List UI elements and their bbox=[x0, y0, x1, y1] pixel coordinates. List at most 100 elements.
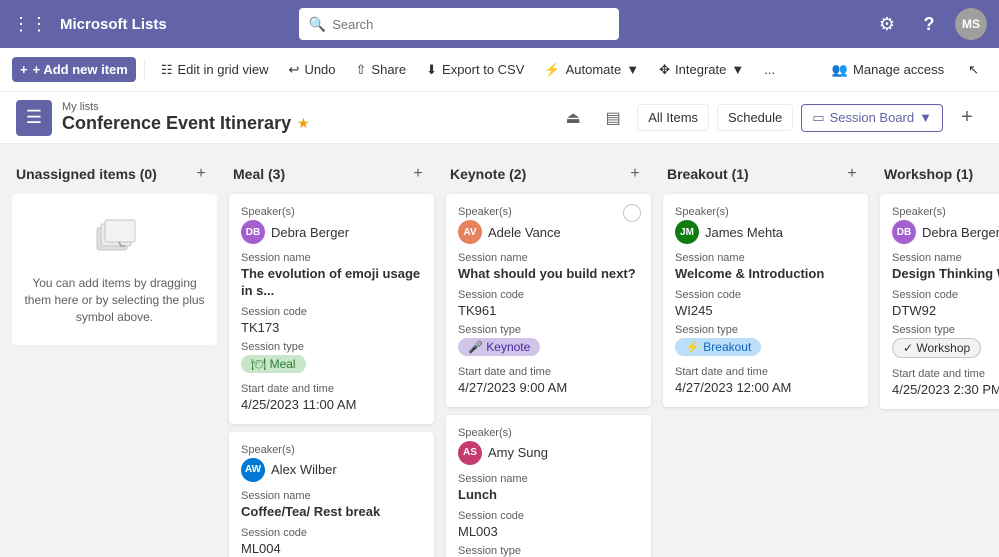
undo-button[interactable]: ↩ Undo bbox=[281, 57, 344, 83]
session-code-label: Session code bbox=[241, 306, 422, 318]
add-icon: + bbox=[20, 62, 28, 77]
add-new-button[interactable]: + + Add new item bbox=[12, 57, 136, 82]
speaker-row: DBDebra Berger bbox=[241, 220, 422, 244]
card[interactable]: Speaker(s)JMJames MehtaSession nameWelco… bbox=[663, 194, 868, 407]
session-code: TK173 bbox=[241, 320, 422, 335]
search-bar[interactable]: 🔍 bbox=[299, 8, 619, 40]
column-add-btn-meal[interactable]: + bbox=[406, 162, 430, 186]
speaker-name: Alex Wilber bbox=[271, 462, 337, 477]
search-icon: 🔍 bbox=[309, 16, 326, 33]
speaker-label: Speaker(s) bbox=[241, 444, 422, 456]
session-name-label: Session name bbox=[241, 490, 422, 502]
speaker-row: AW Alex Wilber bbox=[241, 458, 422, 482]
session-type-badge: ⚡ Breakout bbox=[675, 338, 761, 356]
column-header-workshop: Workshop (1)+ bbox=[880, 156, 999, 194]
toolbar: + + Add new item ☷ Edit in grid view ↩ U… bbox=[0, 48, 999, 92]
column-add-btn-unassigned[interactable]: + bbox=[189, 162, 213, 186]
datetime-label: Start date and time bbox=[892, 368, 999, 380]
toolbar-right: 👥 Manage access ↖ bbox=[824, 57, 987, 83]
speaker-row: AS Amy Sung bbox=[458, 441, 639, 465]
sub-header-right: ⏏ ▤ All Items Schedule ▭ Session Board ▼… bbox=[557, 102, 983, 134]
column-add-btn-keynote[interactable]: + bbox=[623, 162, 647, 186]
column-header-breakout: Breakout (1)+ bbox=[663, 156, 868, 194]
collapse-icon: ↖ bbox=[968, 62, 979, 78]
board-icon: ▭ bbox=[812, 110, 824, 126]
session-code: ML004 bbox=[241, 541, 422, 556]
top-bar: ⋮⋮ Microsoft Lists 🔍 ⚙ ? MS bbox=[0, 0, 999, 48]
all-items-button[interactable]: All Items bbox=[637, 104, 709, 131]
card[interactable]: Speaker(s)ASAmy SungSession nameLunchSes… bbox=[446, 415, 651, 557]
speaker-row: AVAdele Vance bbox=[458, 220, 639, 244]
card-checkbox[interactable] bbox=[623, 204, 641, 222]
session-type-label: Session type bbox=[458, 545, 639, 557]
search-input[interactable] bbox=[332, 17, 609, 32]
list-parent: My lists bbox=[62, 101, 310, 113]
integrate-icon: ✥ bbox=[659, 62, 670, 78]
column-unassigned: Unassigned items (0)+ You can add items … bbox=[12, 156, 217, 345]
grid-icon[interactable]: ⋮⋮ bbox=[12, 14, 48, 35]
speaker-avatar: AS bbox=[458, 441, 482, 465]
card[interactable]: Speaker(s) AW Alex Wilber Session name Coffe… bbox=[229, 432, 434, 557]
datetime-value: 4/27/2023 12:00 AM bbox=[675, 380, 856, 395]
card[interactable]: Speaker(s)DBDebra BergerSession nameThe … bbox=[229, 194, 434, 424]
column-title-workshop: Workshop (1) bbox=[884, 166, 973, 182]
speaker-avatar: JM bbox=[675, 220, 699, 244]
session-code-label: Session code bbox=[675, 289, 856, 301]
session-code: TK961 bbox=[458, 303, 639, 318]
list-name-row: Conference Event Itinerary ★ bbox=[62, 113, 310, 134]
session-type-label: Session type bbox=[675, 324, 856, 336]
integrate-button[interactable]: ✥ Integrate ▼ bbox=[651, 57, 752, 83]
session-name: Coffee/Tea/ Rest break bbox=[241, 504, 422, 521]
more-button[interactable]: ... bbox=[756, 57, 783, 82]
datetime-value: 4/25/2023 2:30 PM bbox=[892, 382, 999, 397]
session-code-label: Session code bbox=[458, 289, 639, 301]
speaker-row: JMJames Mehta bbox=[675, 220, 856, 244]
list-icon: ☰ bbox=[16, 100, 52, 136]
schedule-button[interactable]: Schedule bbox=[717, 104, 793, 131]
speaker-label: Speaker(s) bbox=[892, 206, 999, 218]
help-icon[interactable]: ? bbox=[913, 8, 945, 40]
speaker-avatar: DB bbox=[892, 220, 916, 244]
speaker-avatar: AW bbox=[241, 458, 265, 482]
speaker-label: Speaker(s) bbox=[241, 206, 422, 218]
session-name-label: Session name bbox=[675, 252, 856, 264]
avatar[interactable]: MS bbox=[955, 8, 987, 40]
session-code-label: Session code bbox=[458, 510, 639, 522]
list-view-icon[interactable]: ▤ bbox=[597, 102, 629, 134]
datetime-label: Start date and time bbox=[458, 366, 639, 378]
edit-grid-button[interactable]: ☷ Edit in grid view bbox=[153, 57, 277, 83]
session-code: ML003 bbox=[458, 524, 639, 539]
automate-button[interactable]: ⚡ Automate ▼ bbox=[536, 57, 647, 83]
card[interactable]: Speaker(s)DBDebra BergerSession nameDesi… bbox=[880, 194, 999, 409]
speaker-row: DBDebra Berger bbox=[892, 220, 999, 244]
session-name: The evolution of emoji usage in s... bbox=[241, 266, 422, 300]
column-meal: Meal (3) + Speaker(s) DBDebra Berger Session… bbox=[229, 156, 434, 557]
empty-icon bbox=[91, 214, 139, 267]
card[interactable]: Speaker(s)AVAdele VanceSession nameWhat … bbox=[446, 194, 651, 407]
filter-icon[interactable]: ⏏ bbox=[557, 102, 589, 134]
share-button[interactable]: ⇧ Share bbox=[348, 57, 415, 83]
column-title-unassigned: Unassigned items (0) bbox=[16, 166, 157, 182]
column-title-meal: Meal (3) bbox=[233, 166, 285, 182]
settings-icon[interactable]: ⚙ bbox=[871, 8, 903, 40]
column-header-meal: Meal (3) + bbox=[229, 156, 434, 194]
list-meta: My lists Conference Event Itinerary ★ bbox=[62, 101, 310, 134]
manage-access-button[interactable]: 👥 Manage access bbox=[824, 57, 952, 83]
export-icon: ⬇ bbox=[426, 62, 437, 78]
separator bbox=[144, 60, 145, 80]
share-icon: ⇧ bbox=[356, 62, 367, 78]
top-bar-actions: ⚙ ? MS bbox=[871, 8, 987, 40]
collapse-button[interactable]: ↖ bbox=[960, 57, 987, 83]
undo-icon: ↩ bbox=[289, 62, 300, 78]
speaker-name: Amy Sung bbox=[488, 445, 548, 460]
speaker-avatar: AV bbox=[458, 220, 482, 244]
column-breakout: Breakout (1)+ Speaker(s) JMJames Mehta Sess… bbox=[663, 156, 868, 415]
add-column-icon[interactable]: + bbox=[951, 102, 983, 134]
speaker-label: Speaker(s) bbox=[675, 206, 856, 218]
session-name-label: Session name bbox=[458, 473, 639, 485]
column-add-btn-breakout[interactable]: + bbox=[840, 162, 864, 186]
export-csv-button[interactable]: ⬇ Export to CSV bbox=[418, 57, 532, 83]
session-type-badge: 🍽 Meal bbox=[241, 355, 306, 373]
session-board-button[interactable]: ▭ Session Board ▼ bbox=[801, 104, 943, 132]
star-icon[interactable]: ★ bbox=[297, 115, 310, 132]
